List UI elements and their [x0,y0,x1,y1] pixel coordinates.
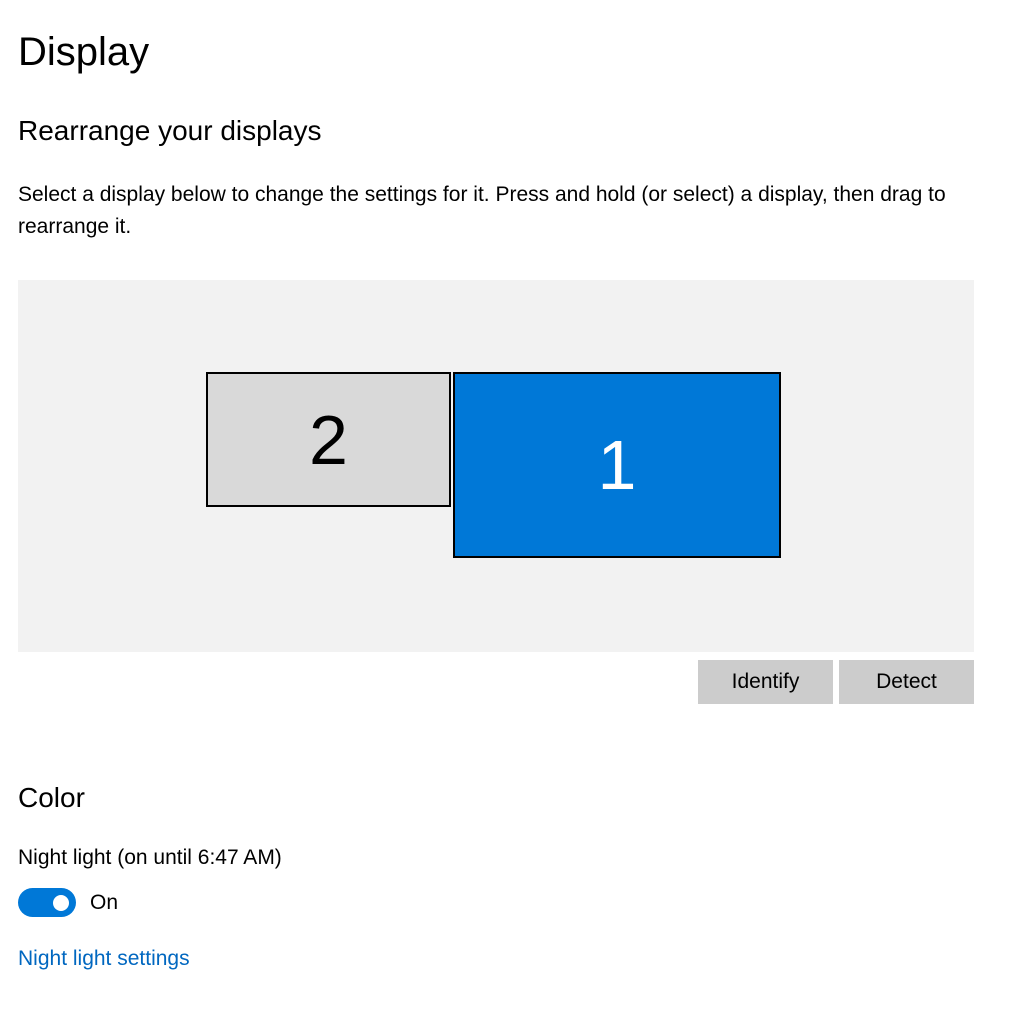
page-title: Display [18,30,1001,75]
color-heading: Color [18,782,1001,814]
toggle-knob [53,895,69,911]
rearrange-description: Select a display below to change the set… [18,179,988,242]
night-light-settings-link[interactable]: Night light settings [18,947,190,970]
rearrange-heading: Rearrange your displays [18,115,1001,147]
display-arrangement-canvas[interactable]: 2 1 [18,280,974,652]
night-light-label: Night light (on until 6:47 AM) [18,846,1001,870]
detect-button[interactable]: Detect [839,660,974,704]
display-number-label: 1 [598,425,637,505]
night-light-toggle[interactable] [18,888,76,917]
identify-button[interactable]: Identify [698,660,833,704]
night-light-toggle-row: On [18,888,1001,917]
toggle-state-label: On [90,891,118,915]
display-1[interactable]: 1 [453,372,781,558]
display-number-label: 2 [309,400,348,480]
display-buttons-row: Identify Detect [18,660,974,704]
display-2[interactable]: 2 [206,372,451,507]
